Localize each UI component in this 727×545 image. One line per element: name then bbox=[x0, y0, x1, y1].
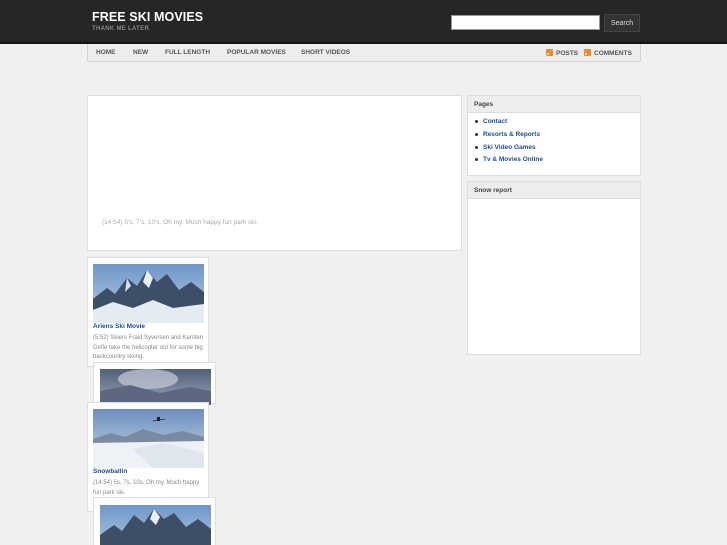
rss-icon bbox=[584, 49, 591, 56]
featured-video-box: (14:54) 5's, 7's, 10's, Oh my. Much happ… bbox=[87, 95, 462, 251]
featured-video-caption: (14:54) 5's, 7's, 10's, Oh my. Much happ… bbox=[102, 219, 258, 226]
video-card: Snowballin (14:54) 5s, 7s, 10s. Oh my. M… bbox=[87, 402, 209, 512]
comments-feed-link[interactable]: COMMENTS bbox=[584, 49, 632, 57]
nav-item-new[interactable]: NEW bbox=[133, 49, 148, 56]
video-thumbnail[interactable] bbox=[93, 409, 204, 468]
rss-icon bbox=[546, 49, 553, 56]
video-thumbnail[interactable] bbox=[93, 264, 204, 323]
nav-item-short-videos[interactable]: SHORT VIDEOS bbox=[301, 49, 350, 56]
video-description: (14:54) 5s, 7s, 10s. Oh my. Much happy f… bbox=[93, 480, 200, 496]
video-card bbox=[93, 362, 216, 405]
video-card: Ariens Ski Movie (5:52) Skiers Fraid Syv… bbox=[87, 257, 209, 367]
pages-widget: Pages Contact Resorts & Reports Ski Vide… bbox=[467, 95, 641, 176]
search-button[interactable]: Search bbox=[604, 14, 640, 32]
pages-widget-title: Pages bbox=[468, 96, 640, 113]
site-title[interactable]: FREE SKI MOVIES bbox=[92, 10, 203, 24]
search-input[interactable] bbox=[451, 15, 600, 30]
video-title[interactable]: Snowballin bbox=[93, 468, 127, 475]
page-link-resorts-reports[interactable]: Resorts & Reports bbox=[474, 130, 640, 143]
posts-feed-label: POSTS bbox=[556, 50, 579, 57]
nav-item-home[interactable]: HOME bbox=[96, 49, 116, 56]
page-link-tv-movies-online[interactable]: Tv & Movies Online bbox=[474, 155, 640, 168]
video-title[interactable]: Ariens Ski Movie bbox=[93, 323, 145, 330]
video-description: (5:52) Skiers Fraid Syversen and Karsten… bbox=[93, 335, 204, 360]
page-link-contact[interactable]: Contact bbox=[474, 117, 640, 130]
nav-item-full-length[interactable]: FULL LENGTH bbox=[165, 49, 210, 56]
video-thumbnail[interactable] bbox=[100, 505, 211, 545]
site-header: FREE SKI MOVIES THANK ME LATER Search bbox=[0, 0, 727, 44]
site-tagline: THANK ME LATER bbox=[92, 26, 150, 32]
posts-feed-link[interactable]: POSTS bbox=[546, 49, 578, 57]
snow-report-title: Snow report bbox=[468, 182, 640, 199]
pages-list: Contact Resorts & Reports Ski Video Game… bbox=[468, 113, 640, 168]
main-nav: HOME NEW FULL LENGTH POPULAR MOVIES SHOR… bbox=[87, 44, 641, 62]
page-link-ski-video-games[interactable]: Ski Video Games bbox=[474, 143, 640, 156]
nav-item-popular-movies[interactable]: POPULAR MOVIES bbox=[227, 49, 286, 56]
snow-report-widget: Snow report bbox=[467, 181, 641, 355]
video-card bbox=[93, 497, 216, 545]
video-thumbnail[interactable] bbox=[100, 369, 211, 405]
comments-feed-label: COMMENTS bbox=[594, 50, 632, 57]
